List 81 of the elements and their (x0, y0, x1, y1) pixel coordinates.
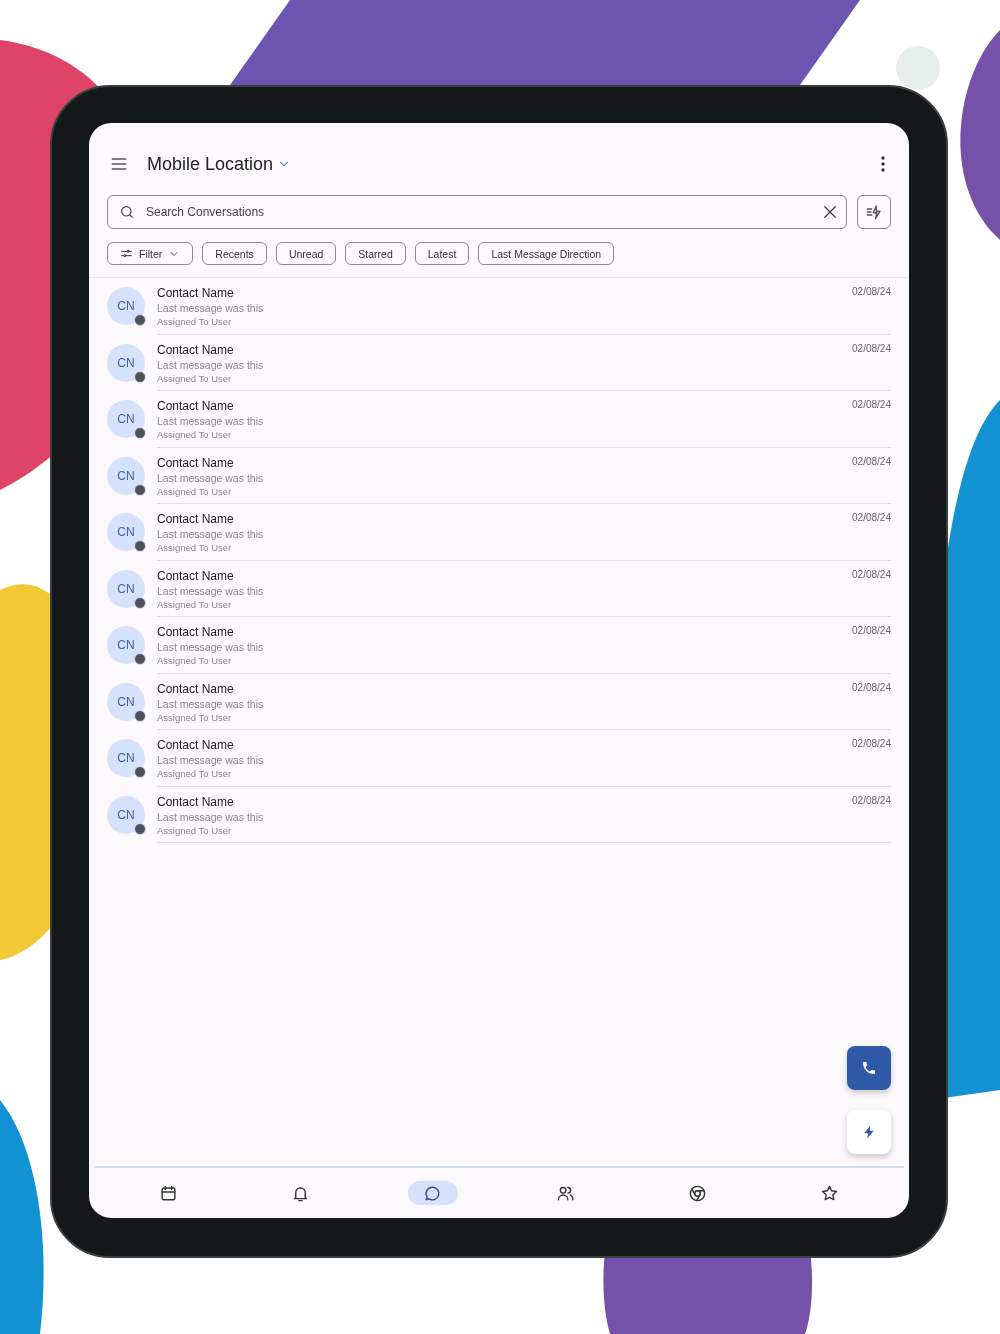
quick-action-button[interactable] (857, 195, 891, 229)
message-preview: Last message was this (157, 754, 265, 766)
status-badge (134, 314, 146, 326)
message-date: 02/08/24 (852, 794, 891, 808)
message-preview: Last message was this (157, 584, 265, 597)
lightning-lines-icon (865, 203, 883, 221)
call-button[interactable] (847, 1046, 891, 1090)
assignee-text: Assigned To User (157, 316, 233, 327)
contact-avatar: CN (107, 513, 145, 551)
filter-chip[interactable]: Filter (107, 242, 194, 265)
phone-icon (861, 1060, 877, 1076)
contact-name: Contact Name (157, 342, 235, 357)
message-date: 02/08/24 (852, 399, 891, 412)
assignee-text: Assigned To User (157, 598, 233, 610)
assignee-text: Assigned To User (157, 372, 233, 384)
search-field[interactable]: Search Conversations (107, 195, 847, 229)
message-preview: Last message was this (157, 415, 265, 427)
filter-chip[interactable]: Recents (202, 242, 267, 265)
message-date: 02/08/24 (852, 286, 891, 299)
message-date: 02/08/24 (852, 681, 891, 695)
message-date: 02/08/24 (852, 512, 891, 525)
message-preview: Last message was this (157, 358, 265, 371)
contact-name: Contact Name (157, 568, 235, 583)
contact-name: Contact Name (157, 681, 235, 696)
status-badge (134, 540, 146, 552)
star-icon (820, 1183, 840, 1203)
assignee-text: Assigned To User (157, 655, 233, 666)
contact-avatar: CN (107, 400, 145, 438)
status-badge (134, 427, 146, 439)
message-preview: Last message was this (157, 302, 265, 314)
message-date: 02/08/24 (852, 625, 891, 638)
contact-name: Contact Name (157, 399, 235, 413)
message-date: 02/08/24 (852, 342, 891, 356)
status-badge (134, 370, 146, 383)
contact-avatar: CN (107, 626, 145, 664)
message-preview: Last message was this (157, 641, 265, 653)
contact-name: Contact Name (157, 512, 235, 526)
status-badge (134, 596, 146, 609)
assignee-text: Assigned To User (157, 542, 233, 553)
status-badge (134, 766, 146, 778)
message-date: 02/08/24 (852, 455, 891, 469)
nav-tab[interactable] (407, 1181, 458, 1205)
contact-avatar: CN (107, 682, 145, 721)
filter-chip[interactable]: Starred (345, 242, 406, 265)
assignee-text: Assigned To User (157, 711, 233, 723)
message-date: 02/08/24 (852, 568, 891, 582)
status-badge (134, 653, 146, 665)
contact-name: Contact Name (157, 794, 235, 809)
contact-avatar: CN (107, 287, 145, 325)
contact-avatar: CN (107, 795, 145, 834)
contact-name: Contact Name (157, 286, 235, 300)
message-preview: Last message was this (157, 471, 265, 484)
message-preview: Last message was this (157, 528, 265, 540)
sliders-icon (120, 247, 133, 260)
contact-avatar: CN (107, 343, 145, 382)
assignee-text: Assigned To User (157, 485, 233, 497)
message-date: 02/08/24 (852, 738, 891, 751)
contact-avatar: CN (107, 739, 145, 777)
calendar-icon (158, 1183, 178, 1203)
filter-chip[interactable]: Last Message Direction (478, 242, 615, 265)
more-vertical-icon (881, 156, 885, 172)
contact-avatar: CN (107, 569, 145, 608)
contact-name: Contact Name (157, 625, 235, 639)
message-preview: Last message was this (157, 697, 265, 710)
close-icon (821, 203, 839, 221)
status-badge (134, 483, 146, 496)
contact-name: Contact Name (157, 738, 235, 752)
status-badge (134, 709, 146, 722)
message-preview: Last message was this (157, 810, 265, 823)
status-badge (134, 822, 146, 835)
background-blob (896, 46, 940, 90)
contact-name: Contact Name (157, 455, 235, 470)
browser-logo-icon (687, 1183, 707, 1203)
assignee-text: Assigned To User (157, 824, 233, 836)
assignee-text: Assigned To User (157, 429, 233, 440)
search-icon (119, 204, 135, 220)
contact-avatar: CN (107, 456, 145, 495)
filter-chip[interactable]: Unread (275, 242, 337, 265)
assignee-text: Assigned To User (157, 768, 233, 779)
location-title[interactable]: Mobile Location (147, 153, 274, 175)
filter-chip[interactable]: Latest (414, 242, 470, 265)
